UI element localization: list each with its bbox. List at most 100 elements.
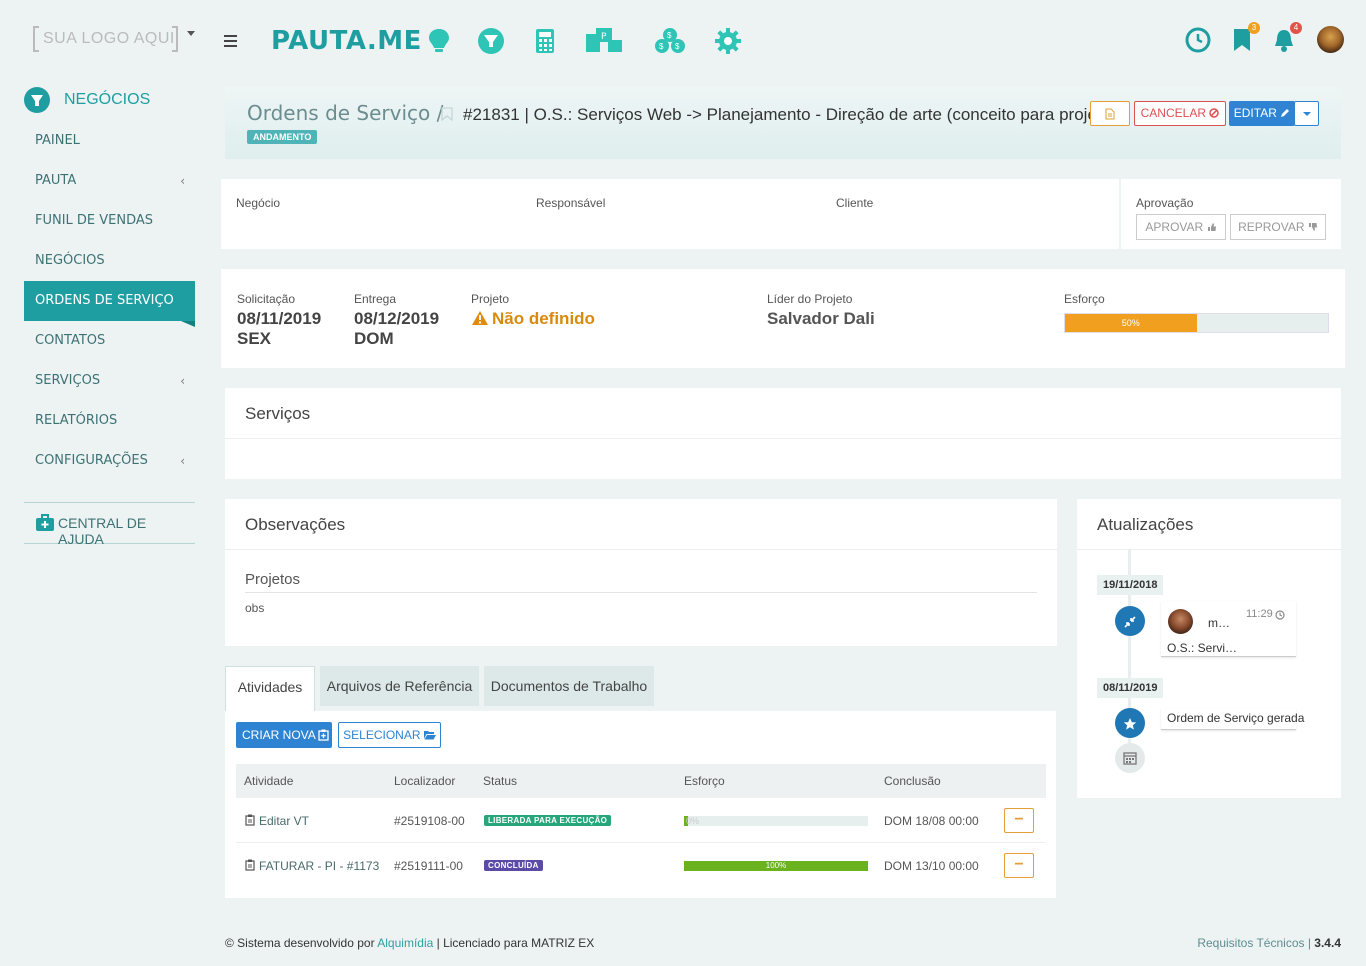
activity-name-link[interactable]: Editar VT [259,814,309,828]
activity-conclusion: DOM 18/08 00:00 [884,814,979,828]
info-panel: Negócio Responsável Cliente Aprovação AP… [221,179,1341,249]
page-header: Ordens de Serviço / #21831 | O.S.: Servi… [225,87,1341,159]
sidebar-item-contatos[interactable]: CONTATOS [24,321,195,361]
timeline-card[interactable]: Ordem de Serviço gerada [1161,708,1304,730]
timeline-user: m… [1208,616,1230,630]
esforco-label: Esforço [1064,292,1105,306]
thumbs-up-icon [1207,223,1216,231]
activity-effort-bar: 100% [684,861,868,871]
medkit-icon [36,514,54,531]
calendar-icon [1115,743,1145,773]
sidebar-item-label: SERVIÇOS [35,373,101,388]
activity-effort-bar: 0% [684,816,868,826]
breadcrumb[interactable]: Ordens de Serviço / [247,101,443,125]
sidebar-item-negocios[interactable]: NEGÓCIOS [24,241,195,281]
projetos-subtitle: Projetos [245,571,301,588]
create-new-button[interactable]: CRIAR NOVA [236,722,340,748]
chevron-left-icon: ‹ [180,454,185,468]
clock-icon[interactable] [1184,26,1212,54]
requirements-link[interactable]: Requisitos Técnicos | [1197,936,1311,950]
tab-arquivos-de-referencia[interactable]: Arquivos de Referência [320,666,479,706]
compress-icon [1115,606,1145,636]
edit-dropdown-toggle[interactable] [1294,101,1319,126]
details-panel: Solicitação 08/11/2019 SEX Entrega 08/12… [221,269,1345,368]
footer-requirements[interactable]: Requisitos Técnicos | 3.4.4 [1197,936,1341,950]
remove-activity-button[interactable]: − [1004,853,1034,878]
observacoes-panel: Observações Projetos obs [225,499,1057,646]
svg-text:$: $ [667,31,672,40]
footer-credits: © Sistema desenvolvido por Alquimídia | … [225,936,594,950]
timeline-date: 08/11/2019 [1097,678,1164,698]
bookmark-outline-icon[interactable] [441,107,453,121]
funnel-icon[interactable] [476,26,506,56]
warning-icon [472,311,488,325]
observacoes-text: obs [245,601,265,615]
cancel-button[interactable]: CANCELAR [1134,101,1226,126]
lider-value: Salvador Dali [767,309,875,328]
help-center-link[interactable]: CENTRAL DE AJUDA [24,502,195,547]
timeline-text: O.S.: Servi… [1167,641,1238,655]
col-conclusao: Conclusão [884,774,941,788]
activity-name-link[interactable]: FATURAR - PI - #1173 [259,859,379,873]
alquimidia-link[interactable]: Alquimídia [377,936,433,950]
sidebar-item-label: CONTATOS [35,333,106,348]
approve-button[interactable]: APROVAR [1136,214,1226,240]
file-icon [1105,108,1115,120]
reject-button[interactable]: REPROVAR [1230,214,1326,240]
servicos-title: Serviços [245,404,311,423]
lider-label: Líder do Projeto [767,292,853,306]
caret-down-icon [1302,112,1311,116]
brand-name[interactable]: PAUTA.ME [271,26,422,56]
version-number: 3.4.4 [1314,936,1341,950]
avatar [1168,609,1193,634]
activity-effort-fill: 0% [684,816,700,826]
logo[interactable]: SUA LOGO AQUI [33,26,178,54]
edit-button[interactable]: EDITAR [1229,101,1295,126]
select-button[interactable]: SELECIONAR [338,722,441,748]
activity-locator: #2519111-00 [394,859,463,873]
chevron-left-icon: ‹ [180,374,185,388]
pencil-icon [1281,109,1290,117]
sidebar-item-servicos[interactable]: SERVIÇOS ‹ [24,361,195,401]
sidebar-item-pauta[interactable]: PAUTA ‹ [24,161,195,201]
activity-conclusion: DOM 13/10 00:00 [884,859,979,873]
money-icon[interactable]: $ $ $ [653,26,687,56]
sidebar-item-relatorios[interactable]: RELATÓRIOS [24,401,195,441]
avatar[interactable] [1317,26,1344,53]
approve-button-label: APROVAR [1145,220,1204,234]
caret-down-icon[interactable] [187,31,195,36]
negocio-label: Negócio [236,196,281,210]
tab-documentos-de-trabalho[interactable]: Documentos de Trabalho [484,666,654,706]
board-icon[interactable]: P [584,26,624,56]
solicitacao-label: Solicitação [237,292,296,306]
calculator-icon[interactable] [530,26,560,56]
servicos-panel: Serviços [225,388,1341,479]
entrega-day: DOM [354,329,394,348]
footer-prefix: © Sistema desenvolvido por [225,936,375,950]
activity-effort-fill: 100% [684,861,868,871]
timeline-card[interactable]: m… 11:29 O.S.: Servi… [1161,601,1296,657]
sidebar-item-painel[interactable]: PAINEL [24,121,195,161]
clipboard-icon [245,814,255,826]
notifications-button[interactable]: 4 [1270,22,1302,54]
star-icon [1115,708,1145,738]
solicitacao-day: SEX [237,329,272,348]
remove-activity-button[interactable]: − [1004,808,1034,833]
sidebar-item-ordens-de-servico[interactable]: ORDENS DE SERVIÇO [24,281,195,327]
menu-icon[interactable] [224,35,237,50]
sidebar-item-configuracoes[interactable]: CONFIGURAÇÕES ‹ [24,441,195,481]
sidebar-item-funil-de-vendas[interactable]: FUNIL DE VENDAS [24,201,195,241]
status-badge: ANDAMENTO [247,130,318,144]
document-button[interactable] [1090,101,1130,126]
bookmarks-button[interactable]: 3 [1228,22,1260,54]
thumbs-down-icon [1308,223,1317,231]
col-status: Status [483,774,518,788]
lightbulb-icon[interactable] [424,26,454,56]
gear-icon[interactable] [713,26,743,56]
sidebar-item-label: PAUTA [35,173,77,188]
sidebar-item-label: FUNIL DE VENDAS [35,213,154,228]
timeline-date: 19/11/2018 [1097,575,1164,595]
status-badge: CONCLUÍDA [484,860,543,871]
tab-atividades[interactable]: Atividades [225,666,315,712]
svg-text:P: P [601,32,607,42]
